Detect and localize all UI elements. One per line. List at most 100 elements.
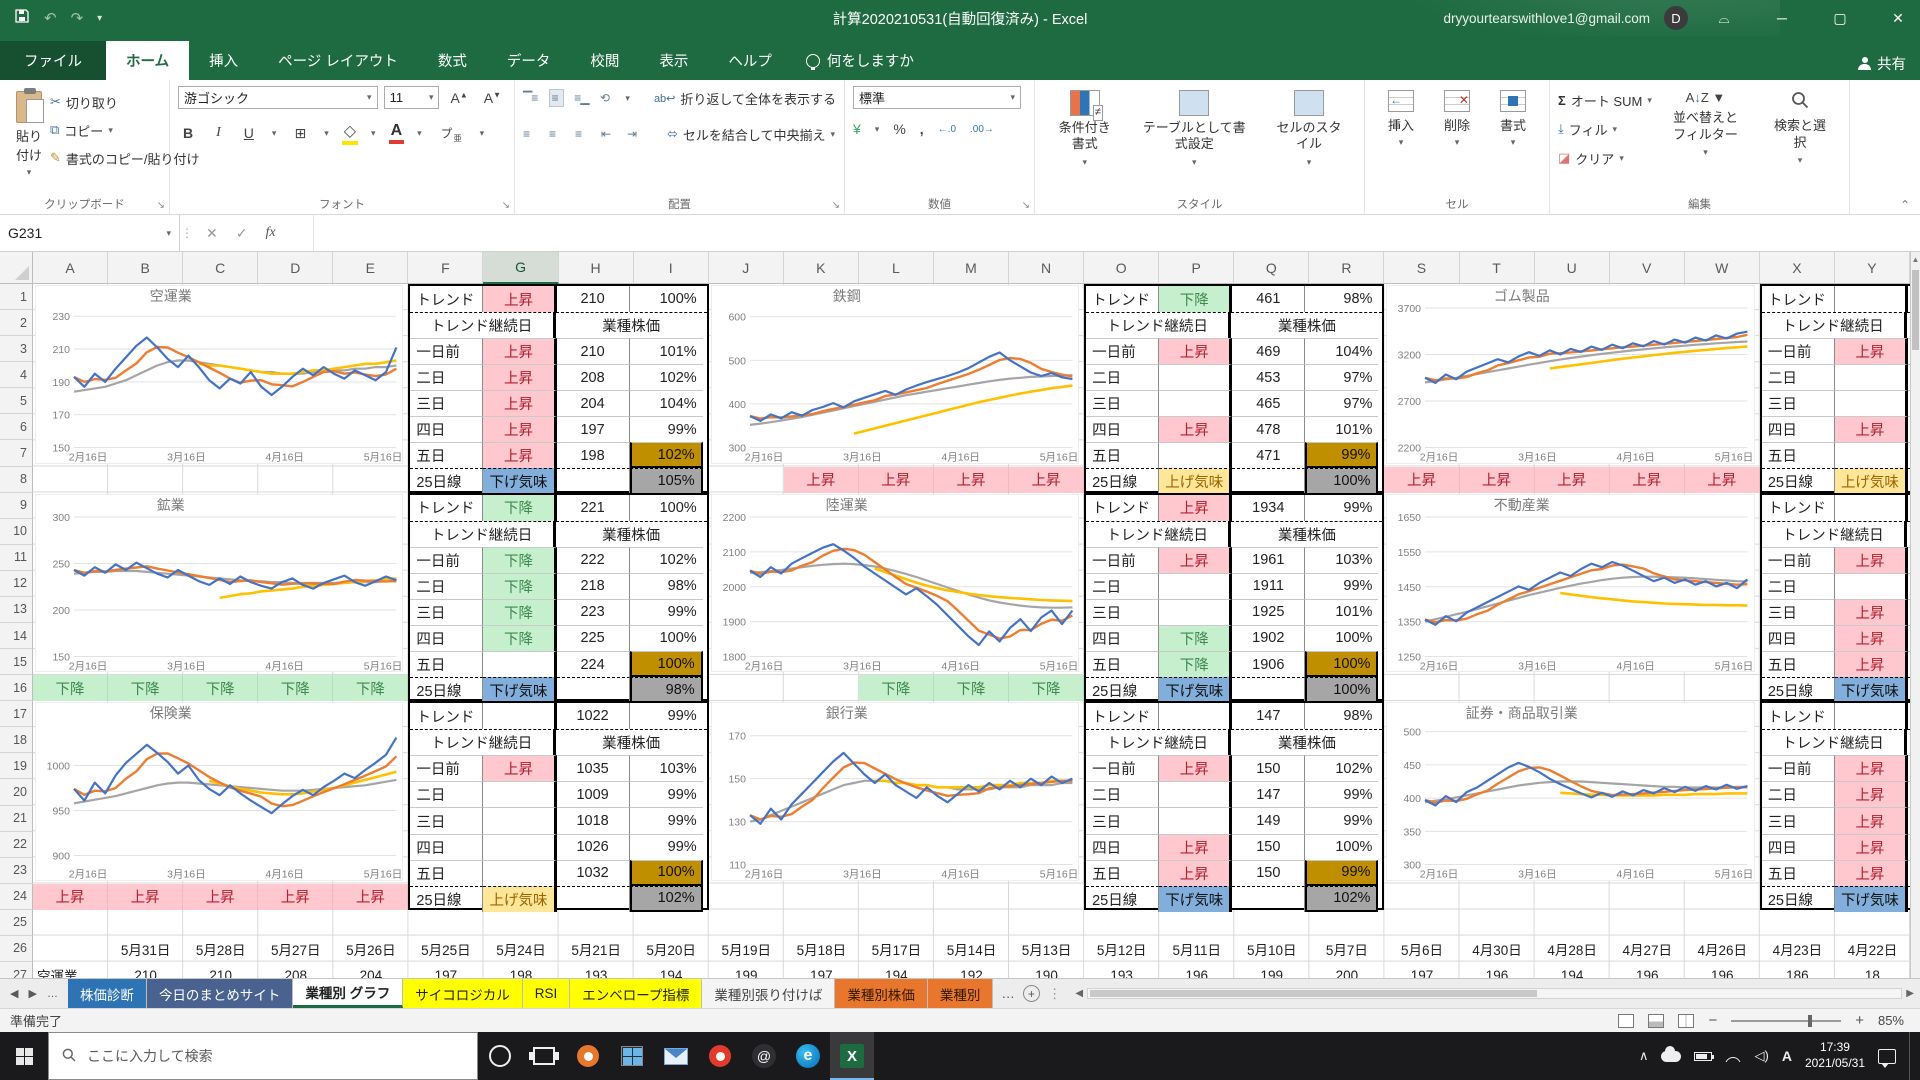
sheet-tab-業種別張り付けば[interactable]: 業種別張り付けば bbox=[702, 979, 835, 1008]
edge-icon[interactable]: e bbox=[786, 1032, 830, 1080]
strip-cell-下降[interactable]: 下降 bbox=[258, 675, 333, 701]
cell[interactable]: 五日 bbox=[1762, 651, 1835, 677]
cell[interactable]: 102% bbox=[630, 547, 703, 573]
conditional-formatting-button[interactable]: 条件付き書式▾ bbox=[1043, 86, 1126, 194]
row-header-14[interactable]: 14 bbox=[0, 623, 33, 649]
font-name-select[interactable]: 游ゴシック▾ bbox=[178, 86, 378, 109]
value-cell[interactable]: 208 bbox=[258, 962, 333, 978]
row-header-23[interactable]: 23 bbox=[0, 858, 33, 884]
cell[interactable]: トレンド bbox=[1086, 286, 1159, 312]
cell[interactable]: 218 bbox=[557, 573, 630, 599]
column-header-V[interactable]: V bbox=[1610, 252, 1685, 284]
cell[interactable]: 99% bbox=[630, 781, 703, 807]
date-cell[interactable]: 5月21日 bbox=[559, 936, 634, 962]
paste-button[interactable]: 貼り付け ▾ bbox=[8, 86, 50, 182]
row27-label[interactable]: 空運業 bbox=[33, 962, 108, 978]
decrease-decimal-icon[interactable]: .00→ bbox=[970, 124, 994, 135]
underline-button[interactable]: U bbox=[239, 125, 259, 141]
ime-mode[interactable]: A bbox=[1782, 1048, 1792, 1064]
value-cell[interactable]: 197 bbox=[1384, 962, 1459, 978]
cell[interactable]: 業種株価 bbox=[1231, 521, 1382, 547]
taskbar-clock[interactable]: 17:39 2021/05/31 bbox=[1805, 1040, 1865, 1071]
date-cell[interactable]: 4月26日 bbox=[1685, 936, 1760, 962]
column-header-L[interactable]: L bbox=[859, 252, 934, 284]
cell[interactable]: 150 bbox=[1232, 834, 1305, 860]
insert-function-icon[interactable]: fx bbox=[265, 225, 275, 241]
cell[interactable]: 三日 bbox=[410, 807, 483, 833]
show-desktop-button[interactable] bbox=[1909, 1032, 1914, 1080]
cell[interactable]: 上昇 bbox=[483, 390, 556, 416]
cell[interactable]: 四日 bbox=[1086, 834, 1159, 860]
cell[interactable]: 461 bbox=[1232, 286, 1305, 312]
strip-cell-上昇[interactable]: 上昇 bbox=[1685, 467, 1760, 493]
cell[interactable]: トレンド継続日 bbox=[1086, 312, 1231, 338]
trend-table-鉱業[interactable]: トレンド下降221100%トレンド継続日業種株価一日前下降222102%二日下降… bbox=[408, 493, 708, 702]
cell[interactable]: 150 bbox=[1232, 755, 1305, 781]
cell[interactable] bbox=[1835, 390, 1908, 416]
cell[interactable]: 222 bbox=[557, 547, 630, 573]
row-header-15[interactable]: 15 bbox=[0, 649, 33, 675]
cell[interactable]: 三日 bbox=[410, 599, 483, 625]
cell[interactable]: 99% bbox=[630, 834, 703, 860]
row-header-3[interactable]: 3 bbox=[0, 336, 33, 362]
strip-cell-上昇[interactable]: 上昇 bbox=[1610, 467, 1685, 493]
share-button[interactable]: 共有 bbox=[1858, 53, 1906, 74]
cell[interactable]: 101% bbox=[1305, 416, 1378, 442]
tab-ホーム[interactable]: ホーム bbox=[106, 41, 189, 80]
comma-format-icon[interactable]: , bbox=[920, 121, 924, 137]
tab-挿入[interactable]: 挿入 bbox=[189, 41, 258, 80]
battery-icon[interactable] bbox=[1694, 1052, 1712, 1061]
zoom-slider-thumb[interactable] bbox=[1808, 1015, 1812, 1027]
bold-button[interactable]: B bbox=[178, 125, 198, 141]
horizontal-scrollbar[interactable]: ◀ ▶ bbox=[1069, 979, 1920, 1008]
cell[interactable]: 二日 bbox=[1086, 781, 1159, 807]
cell[interactable]: 下げ気味 bbox=[1159, 677, 1232, 703]
normal-view-icon[interactable] bbox=[1618, 1014, 1634, 1028]
date-cell[interactable]: 4月28日 bbox=[1535, 936, 1610, 962]
cell[interactable]: 1032 bbox=[557, 860, 630, 886]
cell[interactable]: 下降 bbox=[483, 495, 556, 521]
sheet-tab-RSI[interactable]: RSI bbox=[523, 979, 571, 1008]
align-center-icon[interactable]: ≡ bbox=[549, 127, 565, 141]
date-cell[interactable]: 4月23日 bbox=[1760, 936, 1835, 962]
cell[interactable]: 二日 bbox=[1762, 573, 1835, 599]
strip-cell-上昇[interactable]: 上昇 bbox=[1009, 467, 1084, 493]
cell[interactable]: 一日前 bbox=[410, 547, 483, 573]
cell[interactable]: 四日 bbox=[410, 416, 483, 442]
cell[interactable]: 上昇 bbox=[483, 286, 556, 312]
cell[interactable]: 四日 bbox=[1762, 834, 1835, 860]
cell[interactable]: 99% bbox=[1305, 860, 1378, 886]
cell[interactable]: 三日 bbox=[1086, 390, 1159, 416]
zoom-out-icon[interactable]: − bbox=[1708, 1012, 1717, 1029]
cell[interactable]: 99% bbox=[1305, 442, 1378, 468]
cell[interactable]: 1925 bbox=[1232, 599, 1305, 625]
sheet-tab-業種別 グラフ[interactable]: 業種別 グラフ bbox=[293, 979, 403, 1008]
cell[interactable]: 上昇 bbox=[1159, 547, 1232, 573]
cell[interactable]: 471 bbox=[1232, 442, 1305, 468]
cell[interactable]: 上げ気味 bbox=[483, 886, 556, 912]
tab-表示[interactable]: 表示 bbox=[639, 41, 708, 80]
sheet-tab-株価診断[interactable]: 株価診断 bbox=[68, 979, 147, 1008]
cell[interactable]: 上昇 bbox=[483, 364, 556, 390]
cell[interactable]: トレンド継続日 bbox=[1762, 521, 1907, 547]
strip-cell-上昇[interactable]: 上昇 bbox=[183, 884, 258, 910]
cell[interactable]: 下げ気味 bbox=[483, 468, 556, 494]
redo-icon[interactable]: ↷ bbox=[71, 9, 84, 27]
date-cell[interactable]: 4月30日 bbox=[1460, 936, 1535, 962]
value-cell[interactable]: 196 bbox=[1460, 962, 1535, 978]
cell[interactable]: 四日 bbox=[1762, 625, 1835, 651]
cell[interactable]: 二日 bbox=[1762, 364, 1835, 390]
cell[interactable]: 99% bbox=[1305, 573, 1378, 599]
cell[interactable]: 上昇 bbox=[483, 416, 556, 442]
volume-icon[interactable]: ◁) bbox=[1754, 1048, 1768, 1064]
vertical-scroll-thumb[interactable] bbox=[1912, 270, 1919, 350]
cell[interactable]: 25日線 bbox=[1086, 886, 1159, 912]
cell[interactable]: トレンド継続日 bbox=[410, 521, 555, 547]
network-icon[interactable] bbox=[1725, 1051, 1741, 1062]
borders-icon[interactable]: ⊞ bbox=[289, 125, 311, 142]
cell[interactable]: 一日前 bbox=[1762, 755, 1835, 781]
tabbar-splitter[interactable]: ⋮ bbox=[1048, 986, 1062, 1002]
wrap-text-button[interactable]: ab↩折り返して全体を表示する bbox=[654, 86, 836, 110]
row-header-6[interactable]: 6 bbox=[0, 414, 33, 440]
zoom-level[interactable]: 85% bbox=[1878, 1013, 1904, 1028]
